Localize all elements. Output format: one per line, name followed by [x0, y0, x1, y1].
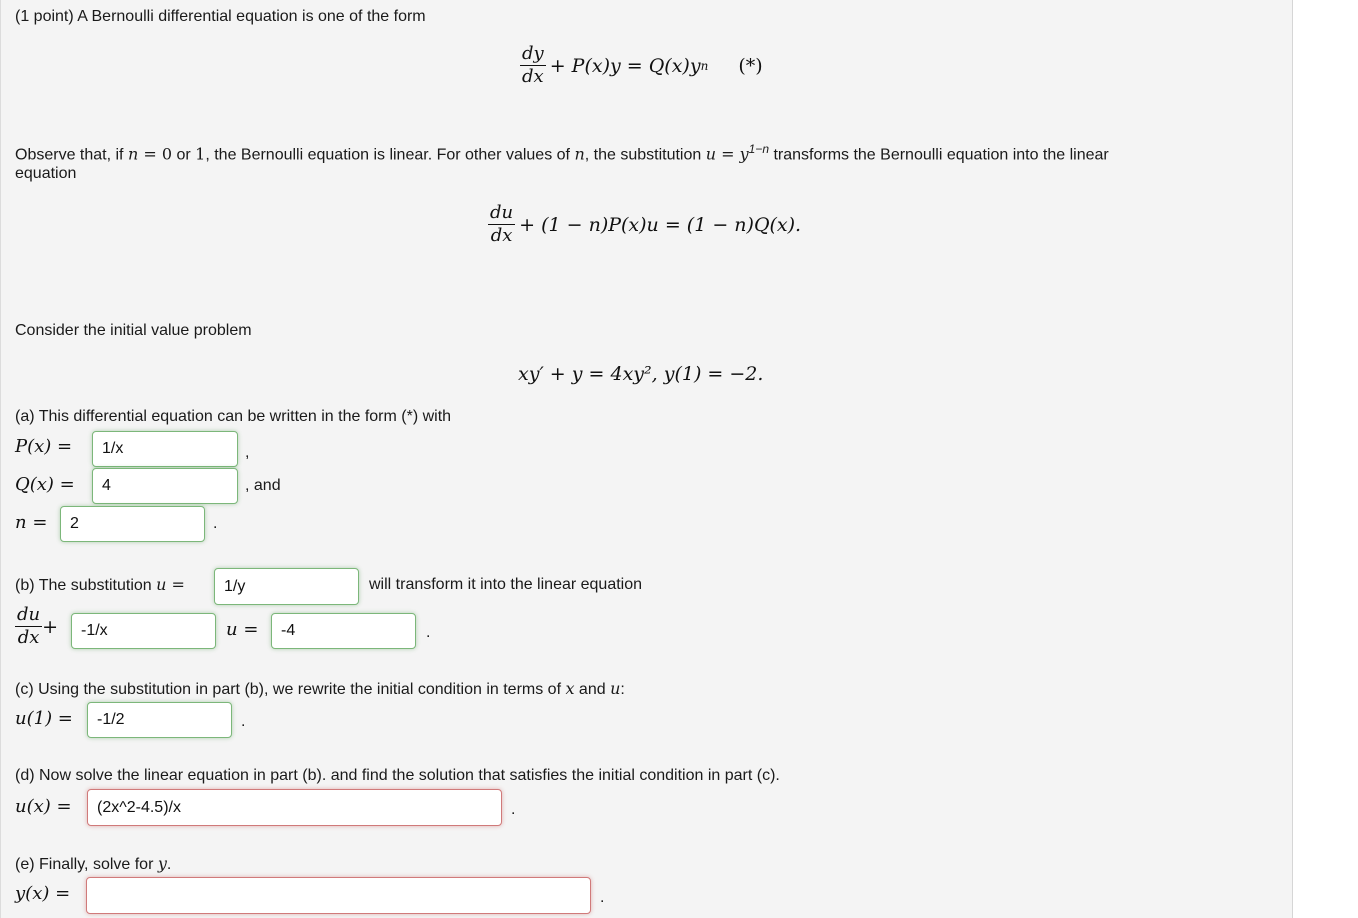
y-of-x-input[interactable] — [86, 877, 591, 914]
part-c-prompt: (c) Using the substitution in part (b), … — [15, 679, 625, 698]
part-b-prompt-after: will transform it into the linear equati… — [369, 576, 643, 593]
problem-heading: (1 point) A Bernoulli differential equat… — [15, 8, 426, 25]
coefficient-input[interactable] — [71, 613, 216, 649]
part-b-suffix: . — [426, 624, 431, 641]
linear-du-dx: du dx + — [15, 604, 59, 648]
part-c-suffix: . — [241, 713, 246, 730]
u-equals-label: u = — [226, 619, 259, 640]
part-d-prompt: (d) Now solve the linear equation in par… — [15, 767, 780, 784]
p-label: P(x) = — [15, 436, 73, 457]
part-e-prompt: (e) Finally, solve for y. — [15, 854, 172, 873]
p-of-x-input[interactable] — [92, 431, 238, 467]
rhs-input[interactable] — [271, 613, 416, 649]
yx-label: y(x) = — [15, 883, 71, 904]
du-dx-fraction: du dx — [488, 202, 516, 246]
u1-label: u(1) = — [15, 708, 73, 729]
ux-label: u(x) = — [15, 796, 72, 817]
q-label: Q(x) = — [15, 474, 75, 495]
substitution-u-input[interactable] — [214, 568, 359, 605]
n-label: n = — [15, 512, 48, 533]
q-of-x-input[interactable] — [92, 468, 238, 504]
equation-tag: (*) — [738, 54, 763, 77]
bernoulli-equation: dy dx + P(x)y = Q(x)y n (*) — [520, 43, 763, 87]
observe-text: Observe that, if n = 0 or 1, the Bernoul… — [15, 142, 1109, 164]
linear-equation: du dx + (1 − n)P(x)u = (1 − n)Q(x). — [488, 202, 802, 246]
part-e-suffix: . — [600, 889, 605, 906]
q-suffix: , and — [245, 477, 281, 494]
n-input[interactable] — [60, 506, 205, 542]
observe-text-line2: equation — [15, 165, 77, 182]
part-b-prompt: (b) The substitution u = — [15, 575, 185, 594]
n-suffix: . — [213, 515, 218, 532]
initial-condition-input[interactable] — [87, 702, 232, 738]
dy-dx-fraction: dy dx — [520, 43, 546, 87]
problem-panel: (1 point) A Bernoulli differential equat… — [0, 0, 1293, 918]
p-suffix: , — [245, 444, 250, 461]
consider-text: Consider the initial value problem — [15, 322, 252, 339]
part-d-suffix: . — [511, 801, 516, 818]
u-of-x-input[interactable] — [87, 789, 502, 826]
part-a-prompt: (a) This differential equation can be wr… — [15, 408, 452, 425]
initial-value-problem: xy′ + y = 4xy², y(1) = −2. — [518, 363, 764, 385]
